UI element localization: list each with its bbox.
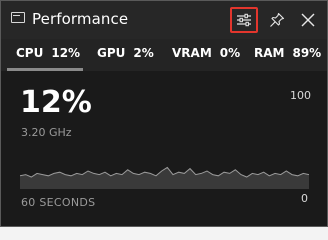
pin-icon [270, 12, 285, 27]
cpu-detail-panel: 12% 3.20 GHz 100 0 60 SECONDS [1, 71, 327, 226]
tab-ram[interactable]: RAM 89% [254, 46, 321, 60]
tab-label: CPU [16, 46, 44, 60]
tab-gpu[interactable]: GPU 2% [97, 46, 154, 60]
pin-button[interactable] [263, 7, 291, 33]
metric-tabs: CPU 12% GPU 2% VRAM 0% RAM 89% [1, 39, 327, 71]
axis-min-label: 0 [301, 192, 308, 205]
graph-area [20, 167, 309, 189]
tab-value: 2% [133, 46, 154, 60]
close-button[interactable] [294, 7, 322, 33]
tab-label: GPU [97, 46, 126, 60]
performance-widget: Performance CPU 12% GPU 2% VRAM 0% RAM 8… [0, 0, 328, 227]
title-bar[interactable]: Performance [1, 1, 327, 39]
widget-title: Performance [32, 10, 129, 28]
performance-app-icon [11, 12, 25, 23]
tab-cpu[interactable]: CPU 12% [16, 46, 80, 60]
axis-max-label: 100 [290, 89, 311, 102]
tab-label: VRAM [172, 46, 212, 60]
tab-label: RAM [254, 46, 285, 60]
tab-value: 89% [292, 46, 322, 60]
tab-vram[interactable]: VRAM 0% [172, 46, 240, 60]
usage-value: 12% [20, 85, 92, 120]
sliders-icon [237, 13, 251, 27]
time-span-label: 60 SECONDS [21, 196, 96, 209]
tab-value: 0% [219, 46, 241, 60]
options-button[interactable] [230, 7, 258, 33]
tab-value: 12% [51, 46, 81, 60]
close-icon [301, 13, 315, 27]
frequency-value: 3.20 GHz [21, 126, 72, 139]
usage-graph [20, 166, 309, 189]
